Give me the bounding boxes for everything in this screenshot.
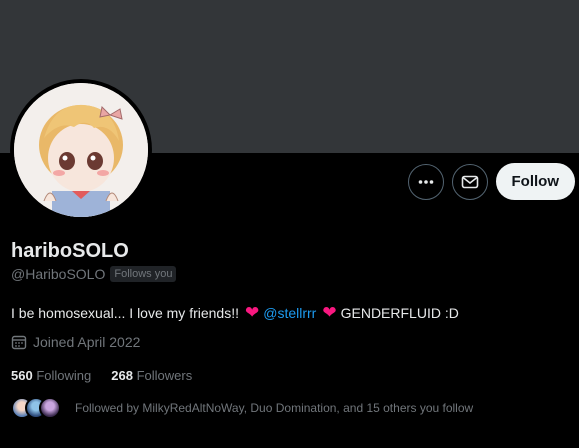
follows-you-badge: Follows you: [110, 266, 177, 282]
following-label: Following: [36, 368, 92, 383]
joined-text: Joined April 2022: [33, 334, 141, 350]
followed-by-text: Followed by MilkyRedAltNoWay, Duo Domina…: [75, 401, 474, 415]
message-button[interactable]: [451, 163, 488, 200]
follower-avatar: [39, 397, 61, 419]
handle: @HariboSOLO: [11, 266, 106, 282]
display-name: hariboSOLO: [11, 240, 129, 262]
followers-label: Followers: [136, 368, 193, 383]
following-count: 560: [11, 368, 33, 383]
follow-button[interactable]: Follow: [495, 163, 575, 200]
heart-icon: ❤: [322, 303, 337, 322]
bio-text-2: GENDERFLUID :D: [340, 305, 459, 321]
avatar[interactable]: [10, 79, 152, 221]
bio-mention-link[interactable]: @stellrrr: [263, 305, 316, 321]
followers-count: 268: [111, 368, 133, 383]
profile-actions: Follow: [407, 163, 575, 200]
follow-stats: 560 Following 268 Followers: [11, 368, 192, 383]
calendar-icon: [11, 335, 27, 350]
joined-date: Joined April 2022: [11, 334, 140, 350]
envelope-icon: [461, 175, 478, 188]
more-icon: [418, 179, 433, 184]
bio: I be homosexual... I love my friends!! ❤…: [11, 303, 459, 323]
more-button[interactable]: [407, 163, 444, 200]
followed-by-row[interactable]: Followed by MilkyRedAltNoWay, Duo Domina…: [11, 397, 473, 419]
heart-icon: ❤: [245, 303, 260, 322]
followers-link[interactable]: 268 Followers: [111, 368, 192, 383]
avatar-image: [14, 83, 148, 217]
bio-text-1: I be homosexual... I love my friends!!: [11, 305, 239, 321]
handle-row: @HariboSOLO Follows you: [11, 266, 177, 282]
following-link[interactable]: 560 Following: [11, 368, 91, 383]
